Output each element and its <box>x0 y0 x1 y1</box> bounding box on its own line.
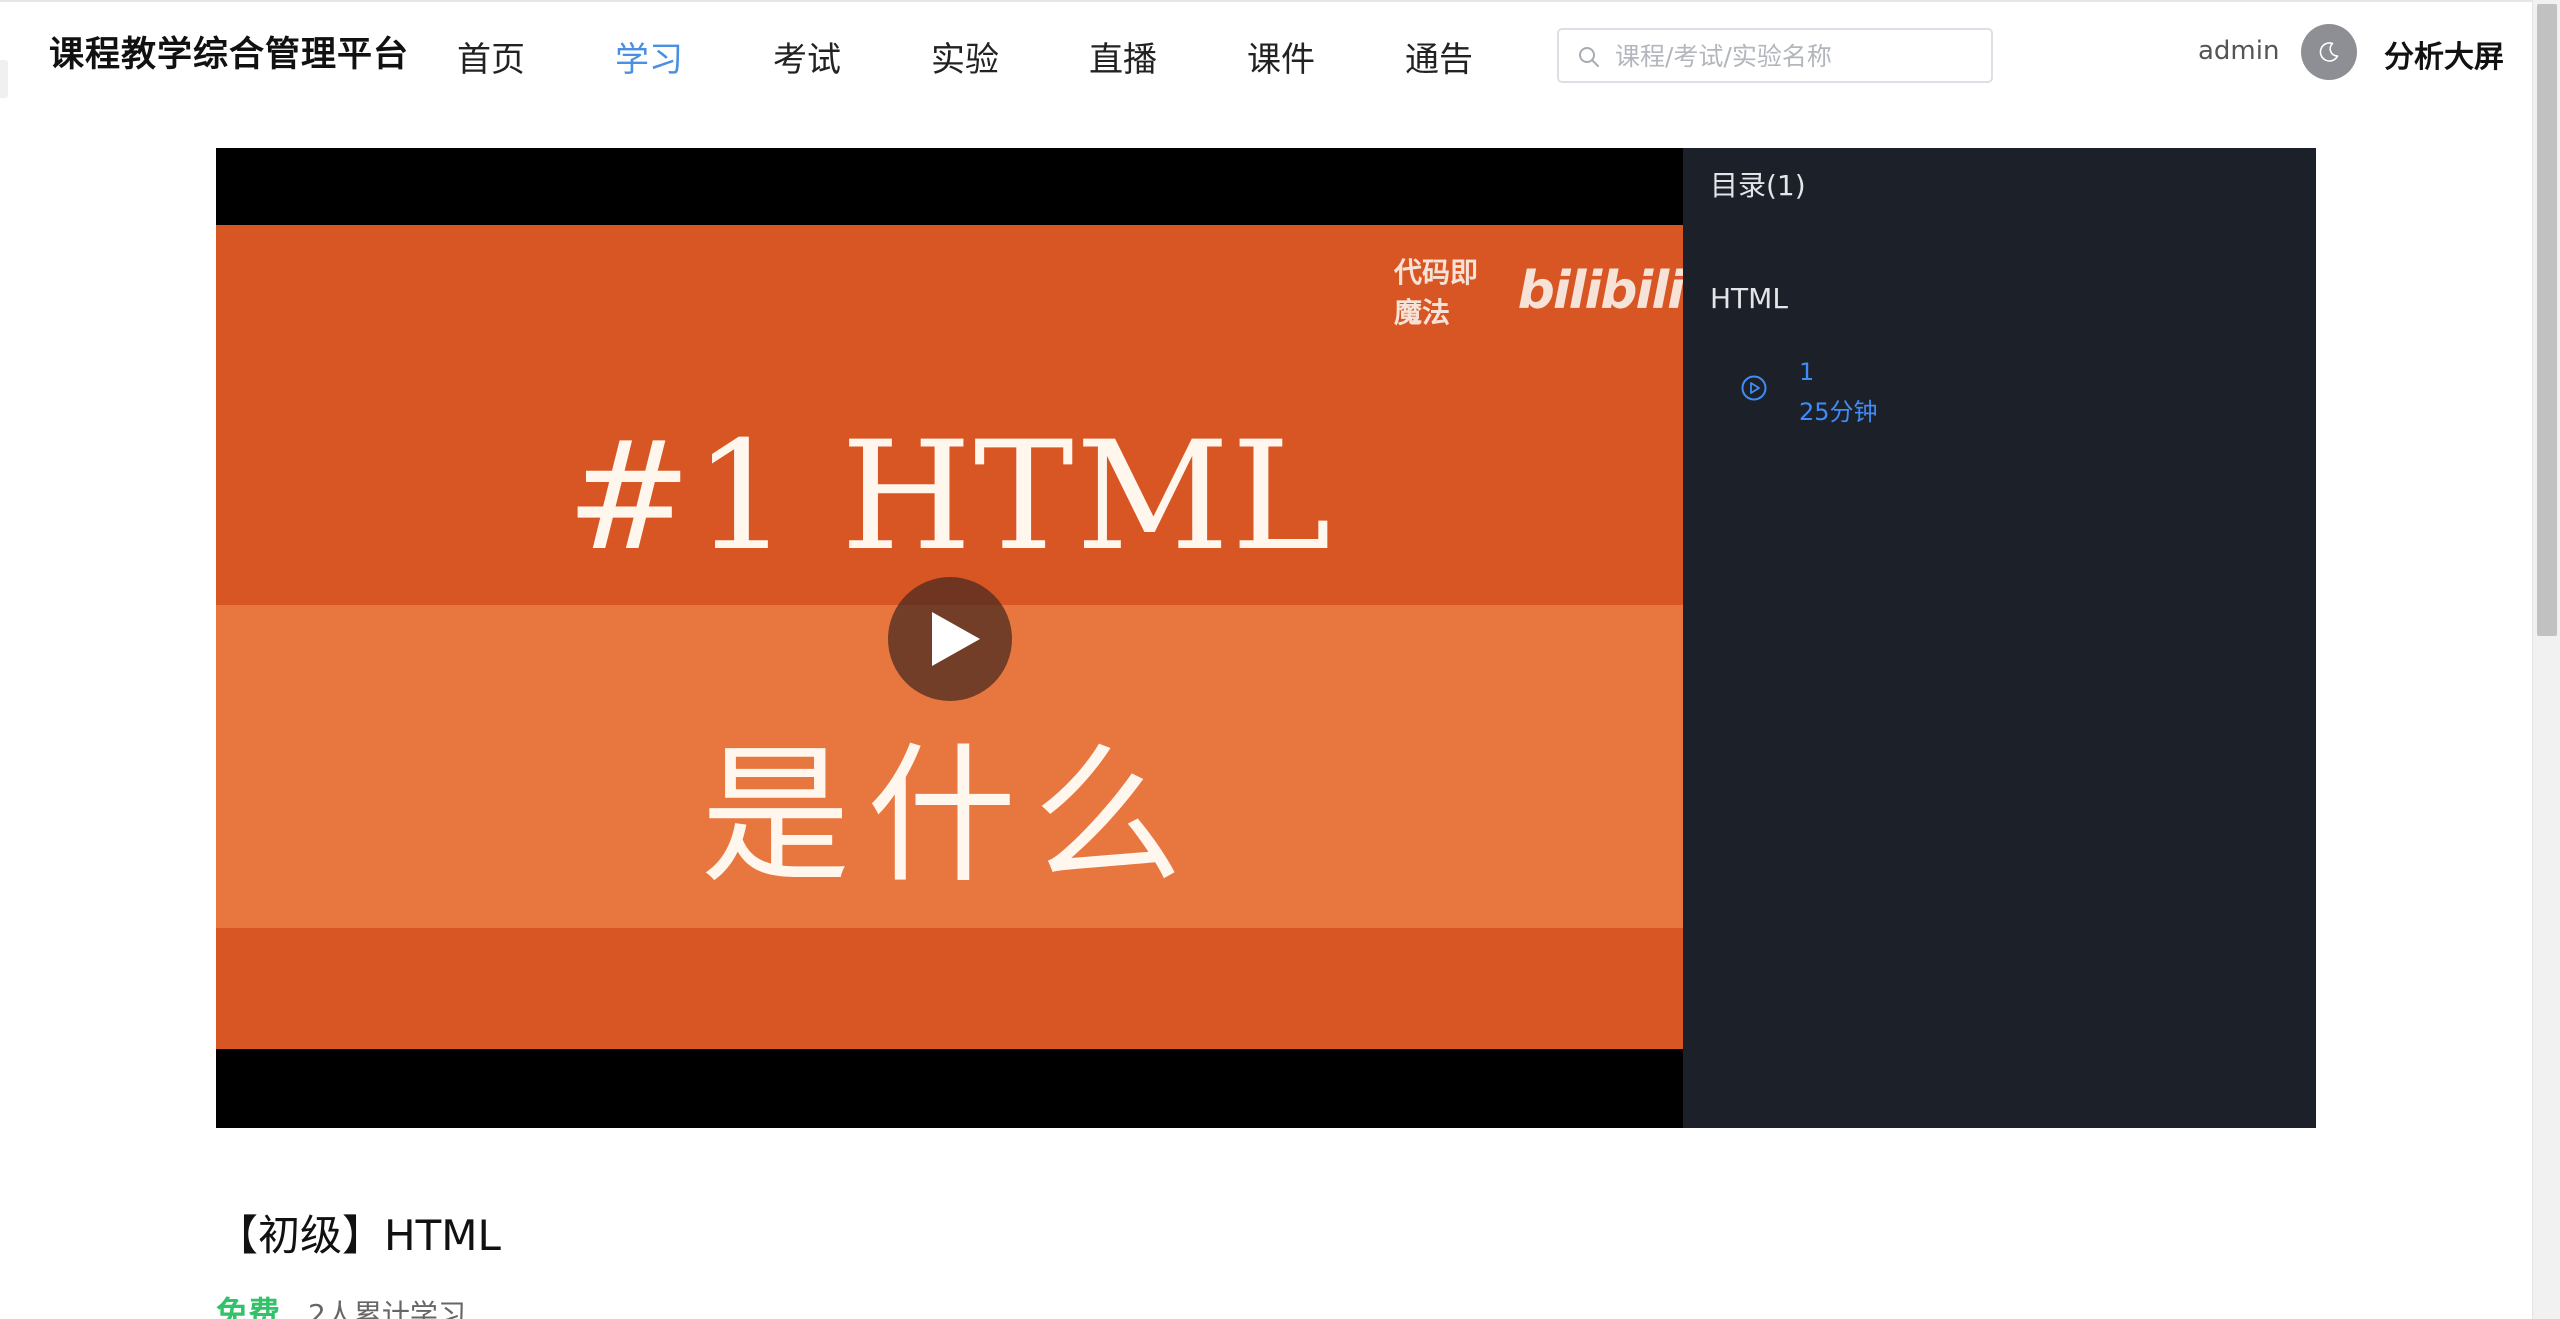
nav-item-notice[interactable]: 通告 <box>1405 32 1563 81</box>
thumbnail-title-line2: 是什么 <box>700 730 1199 904</box>
watermark-text: 代码即魔法 <box>1394 256 1479 329</box>
lesson-item[interactable]: 1 25分钟 <box>1723 352 2283 428</box>
course-meta: 免费 2人累计学习 <box>216 1288 466 1319</box>
catalog-panel: 目录(1) HTML 1 25分钟 <box>1683 148 2316 1128</box>
video-area[interactable]: 代码即魔法 bilibili #1 HTML 是什么 <box>216 148 1683 1128</box>
brand-title: 课程教学综合管理平台 <box>49 35 410 75</box>
scrollbar-thumb[interactable] <box>2537 4 2557 636</box>
nav-item-exam[interactable]: 考试 <box>773 32 931 81</box>
learner-count: 2人累计学习 <box>308 1298 466 1319</box>
search-box <box>1557 28 1993 83</box>
page: 课程教学综合管理平台 首页 学习 考试 实验 直播 课件 通告 admin 分析… <box>0 0 2560 1319</box>
theme-toggle-button[interactable] <box>2301 24 2357 80</box>
lesson-duration: 25分钟 <box>1799 398 1878 426</box>
price-badge: 免费 <box>216 1294 281 1319</box>
search-input[interactable] <box>1615 40 1975 72</box>
thumbnail-watermark: 代码即魔法 bilibili <box>1394 251 1683 331</box>
search-icon <box>1579 47 1599 67</box>
nav-item-home[interactable]: 首页 <box>457 32 615 81</box>
nav-item-live[interactable]: 直播 <box>1089 32 1247 81</box>
bilibili-logo: bilibili <box>1517 261 1683 321</box>
analysis-screen-link[interactable]: 分析大屏 <box>2384 32 2504 76</box>
play-circle-icon <box>1741 375 1767 401</box>
play-button[interactable] <box>888 577 1012 701</box>
nav-item-lab[interactable]: 实验 <box>931 32 1089 81</box>
course-player: 代码即魔法 bilibili #1 HTML 是什么 目录(1) HTML 1 … <box>216 148 2316 1128</box>
thumbnail-title-line1: #1 HTML <box>566 410 1333 584</box>
play-icon <box>932 612 980 666</box>
moon-icon <box>2319 42 2339 62</box>
lesson-name: 1 <box>1799 358 1815 386</box>
catalog-title: 目录(1) <box>1710 169 1806 202</box>
top-navbar: 课程教学综合管理平台 首页 学习 考试 实验 直播 课件 通告 admin 分析… <box>0 0 2532 104</box>
main-nav: 首页 学习 考试 实验 直播 课件 通告 <box>457 32 1563 81</box>
course-title: 【初级】HTML <box>216 1211 501 1260</box>
side-drawer-handle[interactable] <box>0 60 8 98</box>
page-scrollbar[interactable] <box>2532 0 2560 1319</box>
nav-item-courseware[interactable]: 课件 <box>1247 32 1405 81</box>
user-name[interactable]: admin <box>2198 36 2279 66</box>
chapter-title: HTML <box>1710 282 1788 315</box>
nav-item-study[interactable]: 学习 <box>615 32 773 81</box>
